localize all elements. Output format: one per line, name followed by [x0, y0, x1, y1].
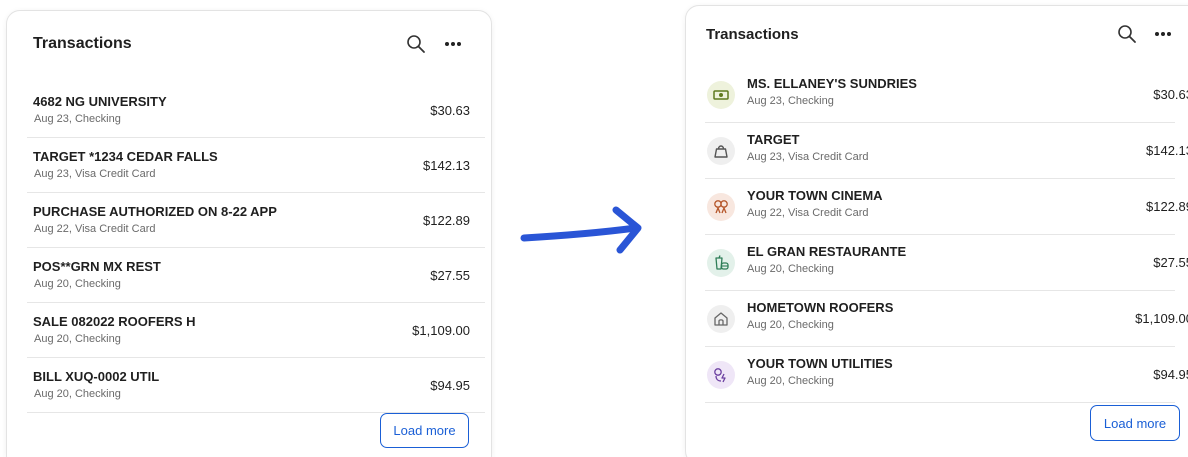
merchant-name: PURCHASE AUTHORIZED ON 8-22 APP — [33, 204, 277, 219]
transaction-amount: $122.89 — [423, 213, 470, 228]
house-icon — [707, 305, 735, 333]
shopping-bag-icon — [707, 137, 735, 165]
transaction-row[interactable]: YOUR TOWN CINEMA Aug 22, Visa Credit Car… — [705, 179, 1188, 235]
transaction-amount: $122.89 — [1146, 199, 1188, 214]
transaction-row[interactable]: EL GRAN RESTAURANTE Aug 20, Checking $27… — [705, 235, 1188, 291]
merchant-name: HOMETOWN ROOFERS — [747, 300, 894, 315]
transaction-meta: Aug 20, Checking — [747, 263, 834, 275]
transaction-amount: $27.55 — [430, 268, 470, 283]
load-more-button[interactable]: Load more — [1090, 405, 1180, 441]
search-icon[interactable] — [1116, 23, 1138, 45]
merchant-name: TARGET *1234 CEDAR FALLS — [33, 149, 218, 164]
utilities-icon — [707, 361, 735, 389]
transaction-row[interactable]: 4682 NG UNIVERSITY Aug 23, Checking $30.… — [27, 83, 485, 138]
merchant-name: BILL XUQ-0002 UTIL — [33, 369, 160, 384]
transaction-amount: $142.13 — [1146, 143, 1188, 158]
merchant-name: SALE 082022 ROOFERS H — [33, 314, 196, 329]
food-drink-icon — [707, 249, 735, 277]
transaction-row[interactable]: POS**GRN MX REST Aug 20, Checking $27.55 — [27, 248, 485, 303]
merchant-name: YOUR TOWN CINEMA — [747, 188, 883, 203]
transaction-meta: Aug 23, Checking — [747, 95, 834, 107]
transaction-meta: Aug 22, Visa Credit Card — [747, 207, 869, 219]
merchant-name: YOUR TOWN UTILITIES — [747, 356, 893, 371]
transactions-card-after: Transactions MS. ELLANEY'S SUNDRIES Aug … — [685, 5, 1188, 457]
transaction-list: 4682 NG UNIVERSITY Aug 23, Checking $30.… — [27, 83, 485, 413]
merchant-name: 4682 NG UNIVERSITY — [33, 94, 167, 109]
transaction-amount: $30.63 — [430, 103, 470, 118]
card-header: Transactions — [7, 11, 491, 73]
transaction-amount: $142.13 — [423, 158, 470, 173]
load-more-button[interactable]: Load more — [380, 413, 469, 448]
search-icon[interactable] — [405, 33, 427, 55]
transaction-row[interactable]: PURCHASE AUTHORIZED ON 8-22 APP Aug 22, … — [27, 193, 485, 248]
transaction-row[interactable]: TARGET *1234 CEDAR FALLS Aug 23, Visa Cr… — [27, 138, 485, 193]
transaction-meta: Aug 20, Checking — [34, 278, 121, 290]
card-title: Transactions — [33, 35, 132, 52]
transaction-row[interactable]: MS. ELLANEY'S SUNDRIES Aug 23, Checking … — [705, 67, 1188, 123]
transaction-amount: $1,109.00 — [1135, 311, 1188, 326]
transaction-row[interactable]: SALE 082022 ROOFERS H Aug 20, Checking $… — [27, 303, 485, 358]
transaction-meta: Aug 23, Visa Credit Card — [34, 168, 156, 180]
transaction-row[interactable]: TARGET Aug 23, Visa Credit Card $142.13 — [705, 123, 1188, 179]
transactions-card-before: Transactions 4682 NG UNIVERSITY Aug 23, … — [6, 10, 492, 457]
transaction-amount: $27.55 — [1153, 255, 1188, 270]
transaction-amount: $30.63 — [1153, 87, 1188, 102]
cash-icon — [707, 81, 735, 109]
card-title: Transactions — [706, 26, 799, 43]
transaction-amount: $1,109.00 — [412, 323, 470, 338]
transaction-meta: Aug 20, Checking — [747, 375, 834, 387]
merchant-name: MS. ELLANEY'S SUNDRIES — [747, 76, 917, 91]
card-header: Transactions — [686, 6, 1188, 68]
transaction-list: MS. ELLANEY'S SUNDRIES Aug 23, Checking … — [705, 67, 1188, 403]
transaction-row[interactable]: BILL XUQ-0002 UTIL Aug 20, Checking $94.… — [27, 358, 485, 413]
transaction-meta: Aug 23, Checking — [34, 113, 121, 125]
transaction-meta: Aug 20, Checking — [34, 388, 121, 400]
transaction-row[interactable]: YOUR TOWN UTILITIES Aug 20, Checking $94… — [705, 347, 1188, 403]
transaction-meta: Aug 20, Checking — [747, 319, 834, 331]
arrow-right-icon — [520, 206, 642, 254]
comparison-stage: Transactions 4682 NG UNIVERSITY Aug 23, … — [0, 0, 1188, 457]
transaction-amount: $94.95 — [1153, 367, 1188, 382]
merchant-name: EL GRAN RESTAURANTE — [747, 244, 907, 259]
more-options-icon[interactable] — [442, 33, 464, 55]
more-options-icon[interactable] — [1152, 23, 1174, 45]
theater-icon — [707, 193, 735, 221]
transaction-row[interactable]: HOMETOWN ROOFERS Aug 20, Checking $1,109… — [705, 291, 1188, 347]
merchant-name: TARGET — [747, 132, 800, 147]
transaction-amount: $94.95 — [430, 378, 470, 393]
transaction-meta: Aug 22, Visa Credit Card — [34, 223, 156, 235]
transaction-meta: Aug 20, Checking — [34, 333, 121, 345]
merchant-name: POS**GRN MX REST — [33, 259, 161, 274]
transaction-meta: Aug 23, Visa Credit Card — [747, 151, 869, 163]
